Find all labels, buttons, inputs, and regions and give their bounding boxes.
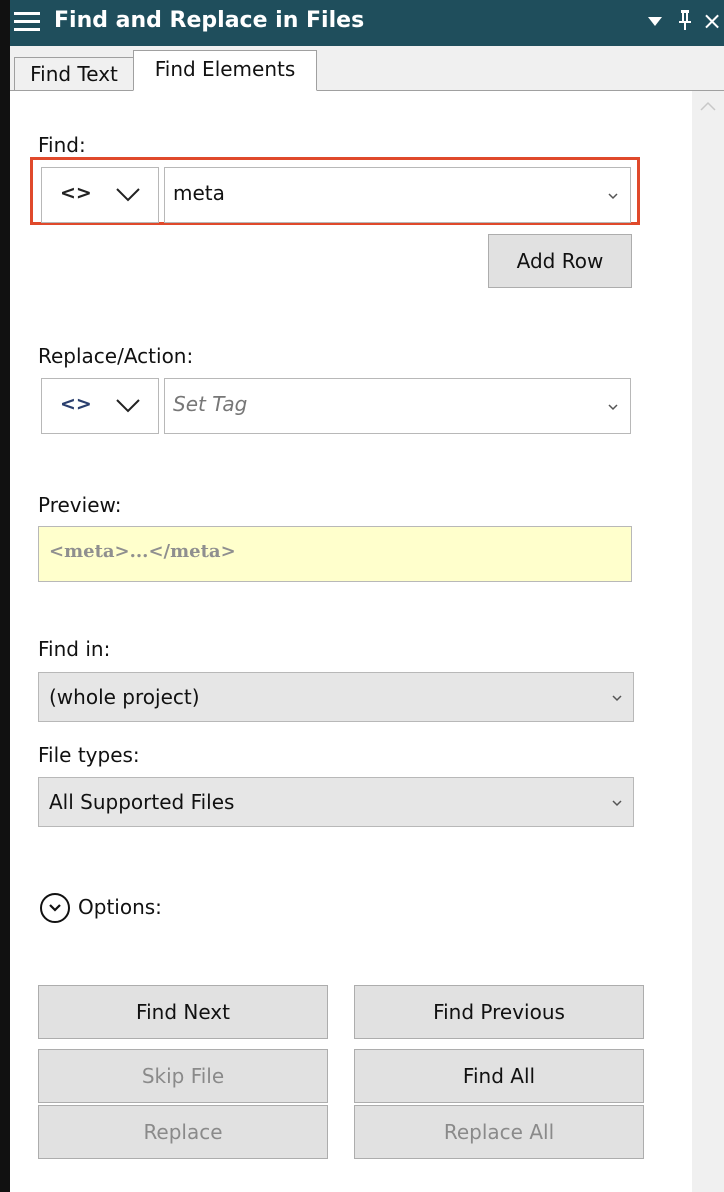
scroll-up-arrow-icon[interactable]: [700, 101, 716, 111]
tab-find-text[interactable]: Find Text: [14, 57, 134, 90]
add-row-button[interactable]: Add Row: [488, 234, 632, 288]
chevron-down-icon[interactable]: [607, 191, 619, 201]
preview-value: <meta>...</meta>: [49, 541, 236, 562]
chevron-down-icon: [116, 188, 140, 202]
find-type-combo[interactable]: <>: [41, 167, 159, 223]
file-types-label: File types:: [38, 743, 140, 767]
panel-title: Find and Replace in Files: [54, 8, 365, 33]
find-previous-button[interactable]: Find Previous: [354, 985, 644, 1039]
file-types-value: All Supported Files: [49, 790, 235, 814]
set-tag-icon: <>: [60, 393, 92, 415]
find-label: Find:: [38, 133, 86, 157]
find-element-value: meta: [173, 181, 225, 205]
replace-all-button[interactable]: Replace All: [354, 1105, 644, 1159]
find-next-button[interactable]: Find Next: [38, 985, 328, 1039]
panel-left-border: [0, 0, 10, 1192]
replace-action-placeholder: Set Tag: [173, 392, 248, 416]
chevron-down-icon: [612, 695, 622, 702]
find-replace-panel: Find and Replace in Files × Find Text Fi…: [0, 0, 724, 1192]
tab-find-elements[interactable]: Find Elements: [133, 50, 317, 91]
find-all-button[interactable]: Find All: [354, 1049, 644, 1103]
chevron-down-icon[interactable]: [607, 402, 619, 412]
find-in-dropdown[interactable]: (whole project): [38, 672, 634, 722]
preview-label: Preview:: [38, 493, 122, 517]
hamburger-menu-icon[interactable]: [14, 10, 40, 34]
replace-action-input[interactable]: Set Tag: [164, 378, 631, 434]
chevron-down-circle-icon[interactable]: [40, 893, 70, 923]
chevron-down-icon: [612, 800, 622, 807]
options-label: Options:: [78, 895, 162, 919]
tab-strip: Find Text Find Elements: [10, 46, 724, 91]
element-tag-icon: <>: [60, 182, 92, 204]
title-bar: Find and Replace in Files ×: [10, 0, 724, 46]
pin-icon[interactable]: [674, 6, 696, 40]
close-icon[interactable]: ×: [700, 6, 724, 36]
replace-action-label: Replace/Action:: [38, 344, 194, 368]
skip-file-button[interactable]: Skip File: [38, 1049, 328, 1103]
preview-box: <meta>...</meta>: [38, 526, 632, 582]
vertical-scrollbar[interactable]: [692, 91, 724, 1192]
chevron-down-icon: [116, 399, 140, 413]
file-types-dropdown[interactable]: All Supported Files: [38, 777, 634, 827]
find-in-value: (whole project): [49, 685, 200, 709]
find-in-label: Find in:: [38, 637, 111, 661]
find-element-input[interactable]: meta: [164, 167, 631, 223]
replace-button[interactable]: Replace: [38, 1105, 328, 1159]
replace-type-combo[interactable]: <>: [41, 378, 159, 434]
panel-menu-dropdown-icon[interactable]: [644, 6, 666, 37]
